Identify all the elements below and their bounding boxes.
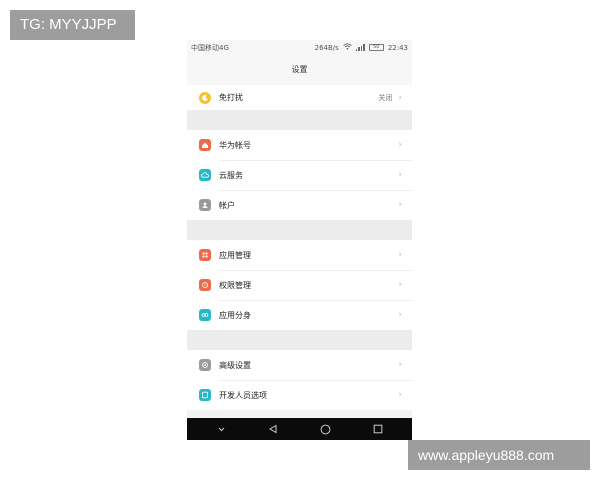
recent-apps-icon[interactable]: [368, 419, 388, 439]
settings-group-2: 华为帐号 › 云服务 › 帐户 ›: [187, 130, 412, 220]
chevron-down-icon[interactable]: [211, 419, 231, 439]
watermark-tg: TG: MYYJJPP: [10, 10, 135, 40]
moon-icon: [199, 91, 211, 104]
settings-item-label: 云服务: [219, 170, 243, 180]
chevron-right-icon: ›: [398, 310, 402, 320]
back-icon[interactable]: [263, 419, 283, 439]
settings-item-label: 应用管理: [219, 250, 251, 260]
phone-screen: 中国移动4G 264B/s 50 22:43 设置 免打扰 关闭 › 华为帐号 …: [187, 40, 412, 440]
settings-item-label: 权限管理: [219, 280, 251, 290]
network-speed: 264B/s: [314, 43, 339, 52]
navigation-bar: [187, 418, 412, 440]
home-icon[interactable]: [316, 419, 336, 439]
settings-group-3: 应用管理 › 权限管理 › 应用分身 ›: [187, 240, 412, 330]
cloud-icon: [199, 169, 211, 181]
chevron-right-icon: ›: [398, 360, 402, 370]
clock: 22:43: [387, 43, 408, 52]
settings-item-value: 关闭: [378, 93, 393, 102]
settings-item-huawei-account[interactable]: 华为帐号 ›: [187, 130, 412, 160]
settings-group-1: 免打扰 关闭 ›: [187, 85, 412, 110]
screenshot-canvas: TG: MYYJJPP 中国移动4G 264B/s 50 22:43 设置 免打…: [0, 0, 600, 480]
chevron-right-icon: ›: [398, 140, 402, 150]
developer-icon: [199, 389, 211, 401]
signal-icon: [355, 44, 365, 51]
settings-item-permission-management[interactable]: 权限管理 ›: [187, 270, 412, 300]
settings-item-label: 华为帐号: [219, 140, 251, 150]
settings-item-app-management[interactable]: 应用管理 ›: [187, 240, 412, 270]
settings-item-developer-options[interactable]: 开发人员选项 ›: [187, 380, 412, 410]
gear-icon: [199, 359, 211, 371]
settings-item-accounts[interactable]: 帐户 ›: [187, 190, 412, 220]
battery-icon: 50: [368, 44, 384, 51]
settings-item-cloud-service[interactable]: 云服务 ›: [187, 160, 412, 190]
settings-item-label: 免打扰: [219, 93, 243, 102]
status-indicators: 264B/s 50 22:43: [315, 43, 408, 52]
settings-group-4: 高级设置 › 开发人员选项 ›: [187, 350, 412, 410]
settings-item-do-not-disturb[interactable]: 免打扰 关闭 ›: [187, 85, 412, 110]
app-twin-icon: [199, 309, 211, 321]
settings-item-label: 应用分身: [219, 310, 251, 320]
chevron-right-icon: ›: [398, 200, 402, 210]
page-title: 设置: [187, 55, 412, 85]
wifi-icon: [343, 43, 352, 52]
chevron-right-icon: ›: [398, 280, 402, 290]
settings-item-label: 帐户: [219, 200, 235, 210]
settings-item-app-twin[interactable]: 应用分身 ›: [187, 300, 412, 330]
settings-item-label: 高级设置: [219, 360, 251, 370]
settings-item-advanced-settings[interactable]: 高级设置 ›: [187, 350, 412, 380]
settings-item-label: 开发人员选项: [219, 390, 267, 400]
app-manage-icon: [199, 249, 211, 261]
huawei-account-icon: [199, 139, 211, 151]
group-divider: [187, 110, 412, 130]
chevron-right-icon: ›: [398, 170, 402, 180]
chevron-right-icon: ›: [398, 250, 402, 260]
chevron-right-icon: ›: [398, 92, 402, 103]
group-divider: [187, 330, 412, 350]
status-bar: 中国移动4G 264B/s 50 22:43: [187, 40, 412, 55]
carrier-label: 中国移动4G: [191, 43, 229, 52]
group-divider: [187, 220, 412, 240]
account-icon: [199, 199, 211, 211]
chevron-right-icon: ›: [398, 390, 402, 400]
permission-icon: [199, 279, 211, 291]
watermark-url: www.appleyu888.com: [408, 440, 590, 470]
